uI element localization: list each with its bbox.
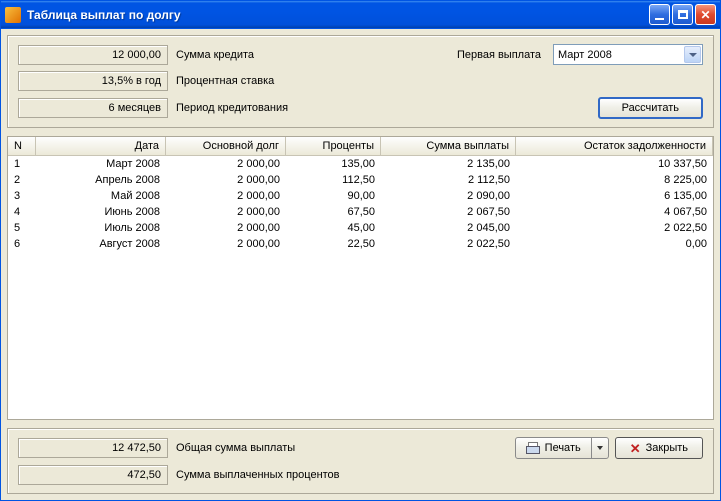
close-button-label: Закрыть xyxy=(646,442,688,454)
rate-label: Процентная ставка xyxy=(174,75,374,87)
calculate-button[interactable]: Рассчитать xyxy=(598,97,703,119)
period-field: 6 месяцев xyxy=(18,98,168,118)
cell-interest: 67,50 xyxy=(286,204,381,220)
print-button[interactable]: Печать xyxy=(515,437,609,459)
cell-n: 6 xyxy=(8,236,36,252)
table-row[interactable]: 3Май 20082 000,0090,002 090,006 135,00 xyxy=(8,188,713,204)
rate-field: 13,5% в год xyxy=(18,71,168,91)
app-icon xyxy=(5,7,21,23)
printer-icon xyxy=(526,442,540,454)
col-n[interactable]: N xyxy=(8,137,36,156)
chevron-down-icon xyxy=(684,46,701,63)
cell-date: Июнь 2008 xyxy=(36,204,166,220)
col-payment[interactable]: Сумма выплаты xyxy=(381,137,516,156)
total-interest-field: 472,50 xyxy=(18,465,168,485)
cell-date: Июль 2008 xyxy=(36,220,166,236)
titlebar: Таблица выплат по долгу ✕ xyxy=(1,1,720,29)
close-icon: ✕ xyxy=(630,442,641,455)
table-header: N Дата Основной долг Проценты Сумма выпл… xyxy=(8,137,713,156)
cell-principal: 2 000,00 xyxy=(166,156,286,172)
credit-sum-label: Сумма кредита xyxy=(174,49,374,61)
cell-n: 5 xyxy=(8,220,36,236)
cell-date: Май 2008 xyxy=(36,188,166,204)
total-interest-label: Сумма выплаченных процентов xyxy=(174,469,404,481)
total-payment-label: Общая сумма выплаты xyxy=(174,442,404,454)
window-title: Таблица выплат по долгу xyxy=(27,8,647,22)
cell-principal: 2 000,00 xyxy=(166,204,286,220)
first-payment-value: Март 2008 xyxy=(558,49,612,61)
cell-payment: 2 090,00 xyxy=(381,188,516,204)
table-row[interactable]: 5Июль 20082 000,0045,002 045,002 022,50 xyxy=(8,220,713,236)
cell-payment: 2 045,00 xyxy=(381,220,516,236)
table-body[interactable]: 1Март 20082 000,00135,002 135,0010 337,5… xyxy=(8,156,713,419)
summary-panel: 12 472,50 Общая сумма выплаты Печать ✕ З… xyxy=(7,428,714,494)
cell-payment: 2 135,00 xyxy=(381,156,516,172)
cell-payment: 2 022,50 xyxy=(381,236,516,252)
cell-interest: 90,00 xyxy=(286,188,381,204)
print-button-label: Печать xyxy=(545,442,581,454)
window-close-button[interactable]: ✕ xyxy=(695,4,716,25)
payments-table: N Дата Основной долг Проценты Сумма выпл… xyxy=(7,136,714,420)
cell-principal: 2 000,00 xyxy=(166,220,286,236)
cell-date: Март 2008 xyxy=(36,156,166,172)
credit-sum-field: 12 000,00 xyxy=(18,45,168,65)
cell-principal: 2 000,00 xyxy=(166,236,286,252)
col-interest[interactable]: Проценты xyxy=(286,137,381,156)
cell-n: 3 xyxy=(8,188,36,204)
parameters-panel: 12 000,00 Сумма кредита Первая выплата М… xyxy=(7,35,714,128)
cell-balance: 6 135,00 xyxy=(516,188,713,204)
cell-balance: 10 337,50 xyxy=(516,156,713,172)
maximize-button[interactable] xyxy=(672,4,693,25)
window: Таблица выплат по долгу ✕ 12 000,00 Сумм… xyxy=(0,0,721,501)
first-payment-label: Первая выплата xyxy=(380,49,547,61)
table-row[interactable]: 1Март 20082 000,00135,002 135,0010 337,5… xyxy=(8,156,713,172)
col-date[interactable]: Дата xyxy=(36,137,166,156)
cell-principal: 2 000,00 xyxy=(166,172,286,188)
first-payment-combo[interactable]: Март 2008 xyxy=(553,44,703,65)
minimize-button[interactable] xyxy=(649,4,670,25)
cell-balance: 2 022,50 xyxy=(516,220,713,236)
print-dropdown[interactable] xyxy=(592,438,608,458)
cell-balance: 4 067,50 xyxy=(516,204,713,220)
cell-interest: 45,00 xyxy=(286,220,381,236)
cell-principal: 2 000,00 xyxy=(166,188,286,204)
table-row[interactable]: 2Апрель 20082 000,00112,502 112,508 225,… xyxy=(8,172,713,188)
cell-balance: 8 225,00 xyxy=(516,172,713,188)
cell-balance: 0,00 xyxy=(516,236,713,252)
cell-interest: 135,00 xyxy=(286,156,381,172)
cell-n: 2 xyxy=(8,172,36,188)
table-row[interactable]: 4Июнь 20082 000,0067,502 067,504 067,50 xyxy=(8,204,713,220)
cell-n: 1 xyxy=(8,156,36,172)
cell-payment: 2 067,50 xyxy=(381,204,516,220)
total-payment-field: 12 472,50 xyxy=(18,438,168,458)
table-row[interactable]: 6Август 20082 000,0022,502 022,500,00 xyxy=(8,236,713,252)
cell-interest: 22,50 xyxy=(286,236,381,252)
calculate-button-label: Рассчитать xyxy=(622,102,679,114)
period-label: Период кредитования xyxy=(174,102,374,114)
col-balance[interactable]: Остаток задолженности xyxy=(516,137,713,156)
close-button[interactable]: ✕ Закрыть xyxy=(615,437,703,459)
cell-interest: 112,50 xyxy=(286,172,381,188)
col-principal[interactable]: Основной долг xyxy=(166,137,286,156)
cell-date: Август 2008 xyxy=(36,236,166,252)
cell-n: 4 xyxy=(8,204,36,220)
cell-payment: 2 112,50 xyxy=(381,172,516,188)
cell-date: Апрель 2008 xyxy=(36,172,166,188)
